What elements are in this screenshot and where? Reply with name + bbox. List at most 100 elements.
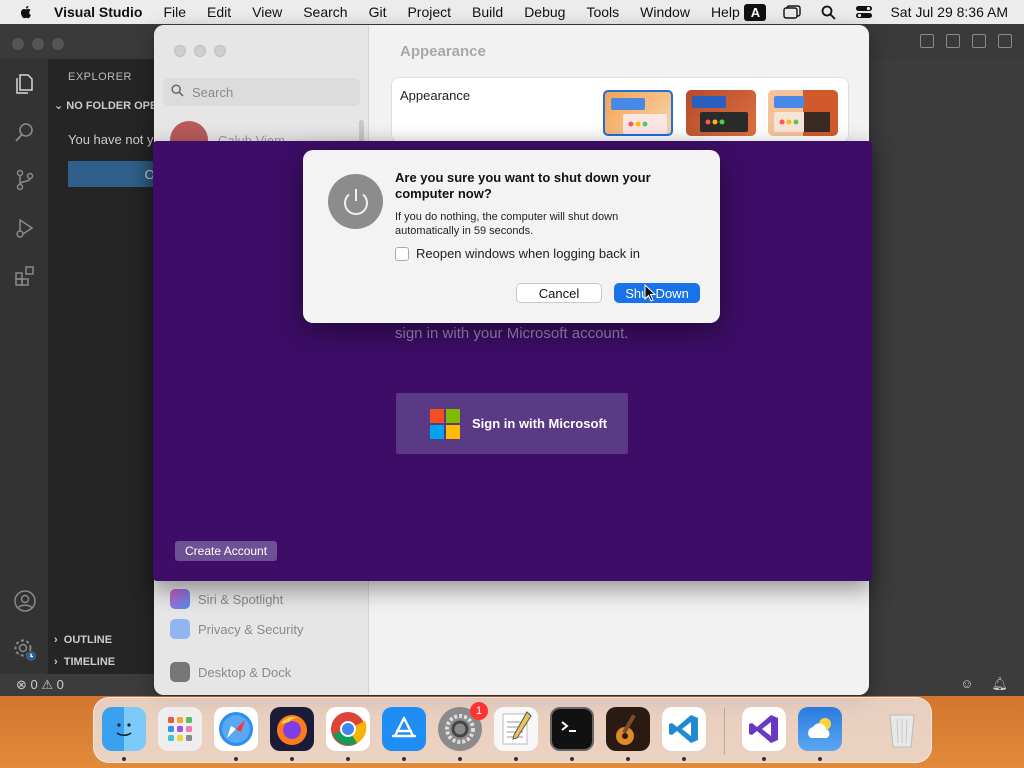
create-account-button[interactable]: Create Account bbox=[175, 541, 278, 561]
outline-section[interactable]: › OUTLINE bbox=[54, 634, 112, 646]
sidebar-item-label: Siri & Spotlight bbox=[198, 591, 284, 607]
vscode-window-controls bbox=[12, 38, 64, 50]
close-icon[interactable] bbox=[174, 45, 186, 57]
menu-view[interactable]: View bbox=[252, 4, 282, 20]
no-folder-message: You have not y bbox=[68, 132, 154, 147]
visual-studio-icon[interactable] bbox=[742, 707, 786, 751]
error-icon: ⊗ bbox=[16, 677, 27, 692]
sign-in-button-label: Sign in with Microsoft bbox=[472, 416, 608, 431]
vscode-explorer-sidebar: EXPLORER ⌄ NO FOLDER OPE You have not y … bbox=[48, 59, 168, 696]
clock-datetime[interactable]: Sat Jul 29 8:36 AM bbox=[890, 4, 1008, 20]
notifications-bell-icon[interactable]: 🔔︎ bbox=[991, 676, 1008, 692]
toggle-panel-icon[interactable] bbox=[946, 34, 960, 48]
source-control-icon[interactable] bbox=[12, 167, 38, 193]
reopen-windows-checkbox[interactable] bbox=[395, 246, 409, 261]
settings-window-controls bbox=[174, 45, 226, 57]
menu-git[interactable]: Git bbox=[369, 4, 387, 20]
reopen-windows-option[interactable]: Reopen windows when logging back in bbox=[395, 246, 640, 261]
menubar-status-area: A Sat Jul 29 8:36 AM bbox=[744, 0, 1008, 24]
page-title: Appearance bbox=[400, 43, 486, 60]
spotlight-search-icon[interactable] bbox=[818, 4, 838, 20]
running-indicator bbox=[682, 757, 686, 761]
microsoft-logo-icon bbox=[430, 408, 460, 439]
app-store-icon[interactable] bbox=[382, 707, 426, 751]
minimize-icon[interactable] bbox=[194, 45, 206, 57]
menu-window[interactable]: Window bbox=[640, 4, 690, 20]
shut-down-button[interactable]: Shut Down bbox=[614, 283, 700, 303]
menubar: Visual Studio File Edit View Search Git … bbox=[0, 0, 1024, 24]
settings-search-field[interactable]: Search bbox=[163, 78, 360, 106]
textedit-icon[interactable] bbox=[494, 707, 538, 751]
search-icon[interactable] bbox=[12, 119, 38, 145]
siri-icon bbox=[170, 589, 190, 609]
close-icon[interactable] bbox=[12, 38, 24, 50]
cancel-button[interactable]: Cancel bbox=[516, 283, 602, 303]
vscode-icon[interactable] bbox=[662, 707, 706, 751]
safari-icon[interactable] bbox=[214, 707, 258, 751]
stage-manager-icon[interactable] bbox=[782, 4, 802, 20]
search-placeholder: Search bbox=[192, 84, 234, 100]
launchpad-icon[interactable] bbox=[158, 707, 202, 751]
warning-count: 0 bbox=[56, 677, 64, 692]
explorer-icon[interactable] bbox=[12, 71, 38, 97]
menu-edit[interactable]: Edit bbox=[207, 4, 231, 20]
menu-app-name[interactable]: Visual Studio bbox=[54, 4, 142, 20]
feedback-icon[interactable]: ☺ bbox=[960, 676, 973, 692]
accounts-icon[interactable] bbox=[12, 588, 38, 614]
extensions-icon[interactable] bbox=[12, 263, 38, 289]
running-indicator bbox=[762, 757, 766, 761]
menu-file[interactable]: File bbox=[163, 4, 186, 20]
sidebar-scrollbar[interactable] bbox=[359, 120, 364, 142]
dialog-message: If you do nothing, the computer will shu… bbox=[395, 211, 619, 237]
chrome-icon[interactable] bbox=[326, 707, 370, 751]
weather-icon[interactable] bbox=[798, 707, 842, 751]
chevron-down-icon: ⌄ bbox=[54, 100, 67, 112]
control-center-icon[interactable] bbox=[854, 4, 874, 20]
timeline-label: TIMELINE bbox=[63, 656, 116, 668]
toggle-primary-sidebar-icon[interactable] bbox=[920, 34, 934, 48]
error-count: 0 bbox=[30, 677, 38, 692]
toggle-secondary-sidebar-icon[interactable] bbox=[972, 34, 986, 48]
run-debug-icon[interactable] bbox=[12, 215, 38, 241]
timeline-section[interactable]: › TIMELINE bbox=[54, 656, 115, 668]
trash-icon[interactable] bbox=[880, 707, 924, 751]
dock-separator bbox=[724, 708, 725, 754]
sign-in-with-microsoft-button[interactable]: Sign in with Microsoft bbox=[396, 393, 628, 454]
menu-search[interactable]: Search bbox=[303, 4, 347, 20]
power-icon bbox=[328, 174, 383, 229]
signin-prompt-text: sign in with your Microsoft account. bbox=[395, 325, 629, 342]
appearance-option-light[interactable] bbox=[768, 90, 838, 136]
zoom-icon[interactable] bbox=[52, 38, 64, 50]
finder-icon[interactable] bbox=[102, 707, 146, 751]
menu-tools[interactable]: Tools bbox=[586, 4, 619, 20]
menu-debug[interactable]: Debug bbox=[524, 4, 565, 20]
sidebar-item-privacy-security[interactable]: Privacy & Security bbox=[170, 619, 303, 639]
apple-icon[interactable] bbox=[18, 4, 34, 20]
running-indicator bbox=[290, 757, 294, 761]
zoom-icon[interactable] bbox=[214, 45, 226, 57]
menu-project[interactable]: Project bbox=[407, 4, 451, 20]
input-source-indicator[interactable]: A bbox=[744, 3, 767, 21]
menu-build[interactable]: Build bbox=[472, 4, 503, 20]
garageband-icon[interactable] bbox=[606, 707, 650, 751]
shutdown-dialog: Are you sure you want to shut down your … bbox=[303, 150, 720, 323]
customize-layout-icon[interactable] bbox=[998, 34, 1012, 48]
running-indicator bbox=[346, 757, 350, 761]
layout-controls bbox=[920, 34, 1012, 48]
explorer-heading: EXPLORER bbox=[68, 71, 132, 83]
appearance-option-dark[interactable] bbox=[686, 90, 756, 136]
manage-gear-icon[interactable] bbox=[12, 637, 38, 663]
menu-help[interactable]: Help bbox=[711, 4, 740, 20]
no-folder-section[interactable]: ⌄ NO FOLDER OPE bbox=[54, 99, 157, 112]
sidebar-item-label: Privacy & Security bbox=[198, 621, 304, 637]
terminal-icon[interactable] bbox=[550, 707, 594, 751]
sidebar-item-siri-spotlight[interactable]: Siri & Spotlight bbox=[170, 589, 283, 609]
firefox-icon[interactable] bbox=[270, 707, 314, 751]
sidebar-item-desktop-dock[interactable]: Desktop & Dock bbox=[170, 662, 291, 682]
minimize-icon[interactable] bbox=[32, 38, 44, 50]
appearance-label: Appearance bbox=[400, 88, 471, 103]
running-indicator bbox=[458, 757, 462, 761]
appearance-option-auto[interactable] bbox=[603, 90, 673, 136]
problems-indicator[interactable]: ⊗ 0 ⚠ 0 bbox=[16, 677, 64, 693]
sidebar-item-label: Desktop & Dock bbox=[198, 664, 292, 680]
